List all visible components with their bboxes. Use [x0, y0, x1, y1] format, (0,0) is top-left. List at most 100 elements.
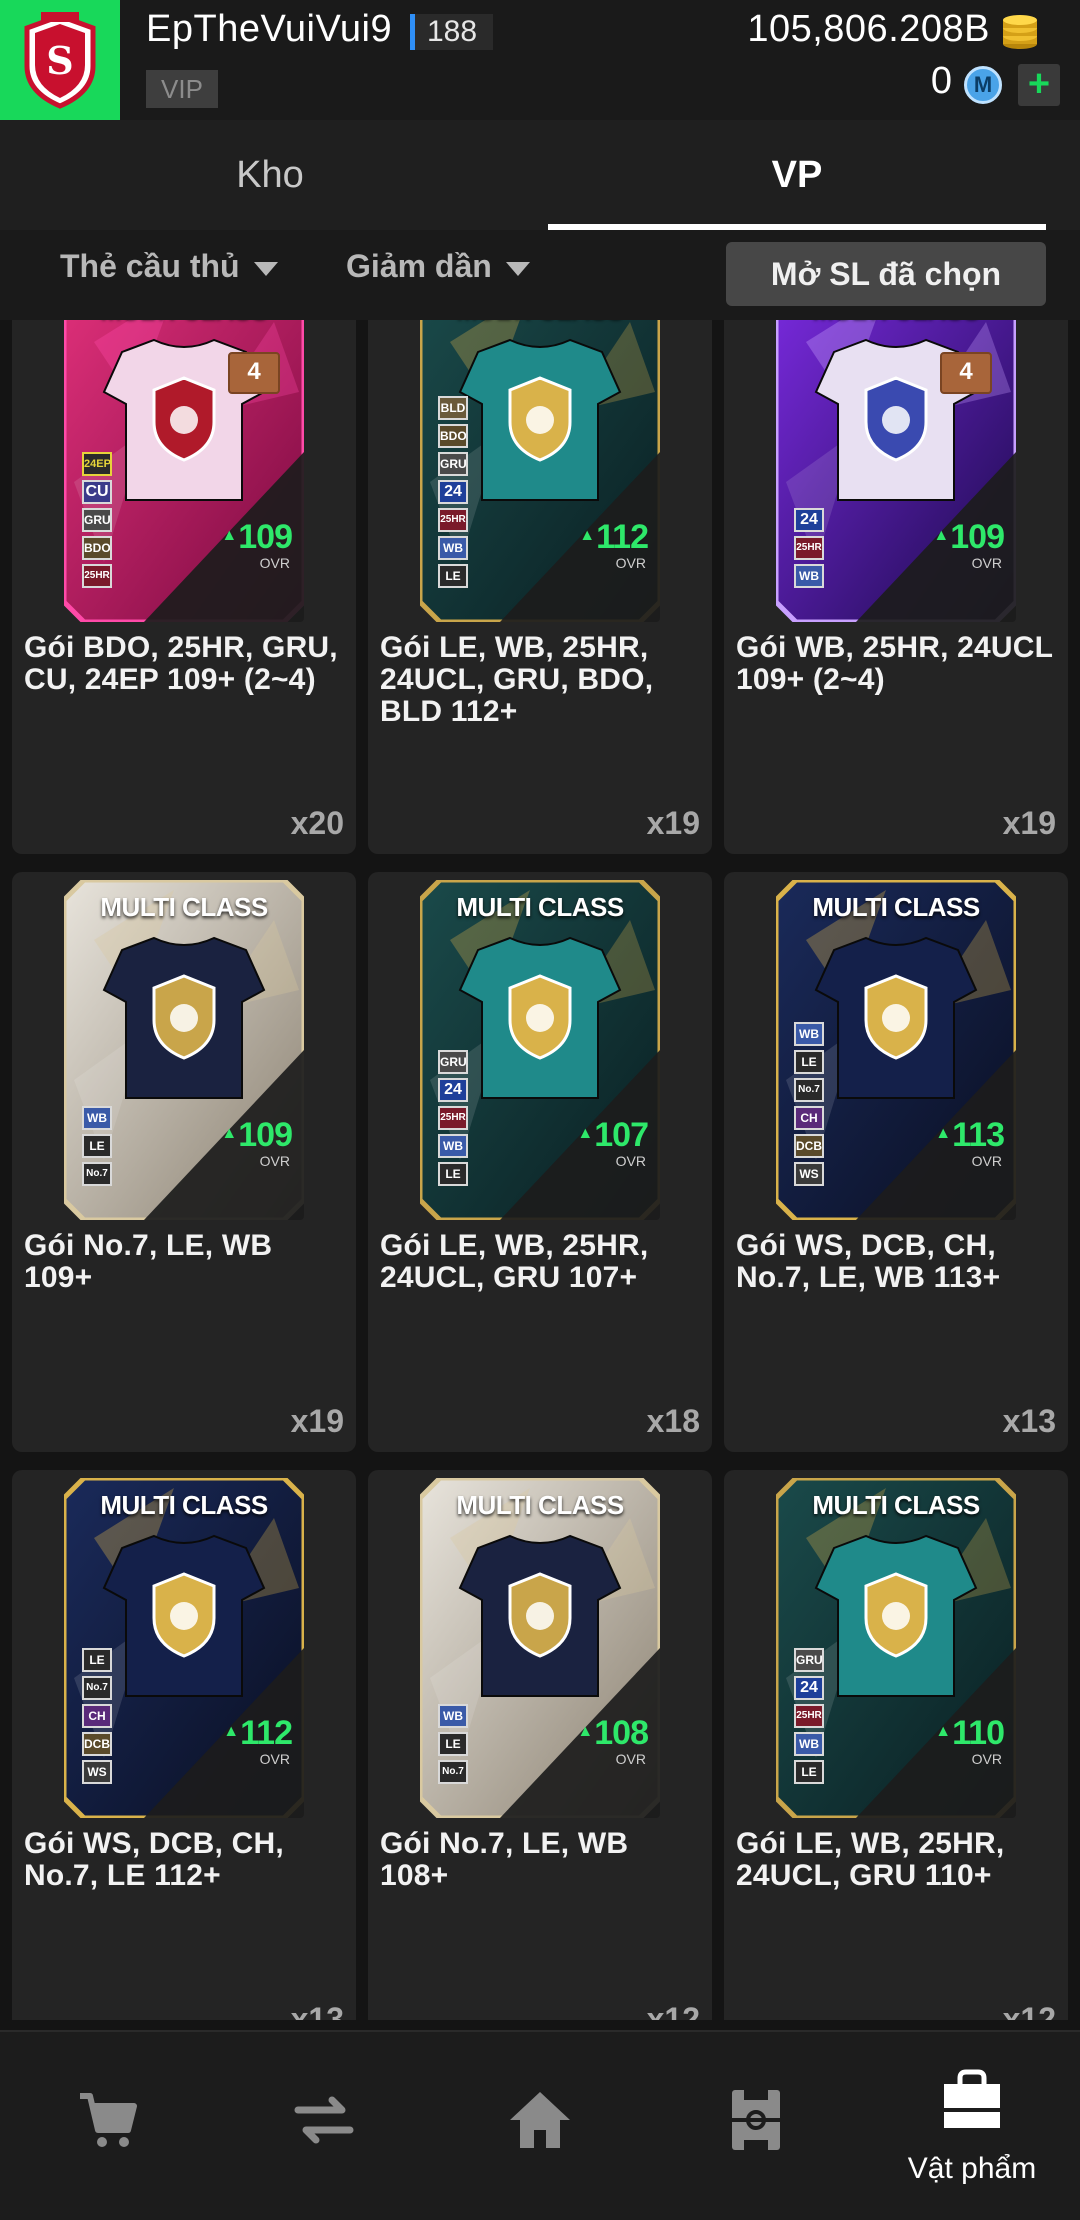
pack-item[interactable]: MULTI CLASS LE No.7 CH DCB WS 112 OVR Gói WS…	[12, 1470, 356, 2020]
pack-card-title: MULTI CLASS	[456, 892, 624, 922]
card-badge: 24	[438, 480, 468, 504]
pack-item[interactable]: MULTI CLASS GRU 24 25HR WB LE 110 OVR Gói LE…	[724, 1470, 1068, 2020]
pack-name: Gói LE, WB, 25HR, 24UCL, GRU, BDO, BLD 1…	[380, 631, 654, 728]
card-badge: BDO	[438, 424, 468, 448]
pack-card: MULTI CLASS LE No.7 CH DCB WS 112 OVR	[64, 1478, 304, 1818]
pack-card-title: MULTI CLASS	[100, 1490, 268, 1520]
card-badge-list: BLD BDO GRU 24 25HR WB LE	[438, 396, 468, 588]
ovr-block: 112 OVR	[579, 518, 649, 571]
pack-count-chip: 4	[940, 352, 992, 394]
vip-badge[interactable]: VIP	[146, 70, 218, 108]
card-badge: WB	[794, 1732, 824, 1756]
pack-quantity: x18	[646, 1403, 700, 1439]
filter-bar: Thẻ cầu thủ Giảm dần Mở SL đã chọn	[0, 230, 1080, 320]
dropdown-arrow-icon	[505, 261, 530, 276]
ovr-block: 113 OVR	[935, 1116, 1005, 1169]
card-badge: LE	[438, 1162, 468, 1186]
pack-item[interactable]: MULTI CLASS WB LE No.7 108 OVR Gói No.7, L…	[368, 1470, 712, 2020]
ovr-label: OVR	[971, 1153, 1002, 1169]
card-badge: 25HR	[438, 1106, 468, 1130]
card-badge: WB	[82, 1106, 112, 1130]
pack-item[interactable]: MULTI CLASS WB LE No.7 109 OVR Gói No.7, L…	[12, 872, 356, 1452]
pack-item[interactable]: MULTI CLASS 4 24 25HR WB 109 OVR Gói WB, 2…	[724, 320, 1068, 854]
pack-quantity: x12	[646, 2001, 700, 2020]
pack-card-title: MULTI CLASS	[812, 892, 980, 922]
add-m-points-button[interactable]: +	[1018, 64, 1060, 106]
pack-quantity: x19	[1002, 805, 1056, 841]
ovr-value: 112	[579, 518, 649, 557]
card-badge: WB	[438, 536, 468, 560]
club-crest-icon: S	[24, 12, 96, 109]
card-badge: LE	[438, 1732, 468, 1756]
nav-items-label: Vật phẩm	[907, 2152, 1037, 2185]
card-badge: GRU	[438, 452, 468, 476]
pack-card: MULTI CLASS WB LE No.7 109 OVR	[64, 880, 304, 1220]
nav-shop[interactable]	[0, 2032, 216, 2220]
ovr-value: 113	[935, 1116, 1005, 1155]
card-badge: BLD	[438, 396, 468, 420]
pack-quantity: x20	[290, 805, 344, 841]
ovr-label: OVR	[971, 1751, 1002, 1767]
card-badge: CH	[82, 1704, 112, 1728]
pack-count-chip: 4	[228, 352, 280, 394]
pack-card-title: MULTI CLASS	[812, 1490, 980, 1520]
cart-icon	[80, 2093, 137, 2147]
coin-stack-icon	[1003, 15, 1037, 49]
card-badge: 25HR	[82, 564, 112, 588]
sort-order-dropdown[interactable]: Giảm dần	[346, 248, 530, 285]
pack-item[interactable]: MULTI CLASS WB LE No.7 CH DCB WS 113 OVR Gói …	[724, 872, 1068, 1452]
card-badge: LE	[438, 564, 468, 588]
ovr-label: OVR	[615, 555, 646, 571]
pack-item[interactable]: MULTI CLASS 4 24EP CU GRU BDO 25HR 109 OVR G…	[12, 320, 356, 854]
ovr-value: 109	[221, 1116, 293, 1155]
pack-card: MULTI CLASS GRU 24 25HR WB LE 107 OVR	[420, 880, 660, 1220]
card-badge: GRU	[82, 508, 112, 532]
pack-name: Gói WB, 25HR, 24UCL 109+ (2~4)	[736, 631, 1053, 696]
m-coin-icon: M	[964, 66, 1002, 104]
top-bar: S EpTheVuiVui9 188 VIP 105,806.208B 0 M …	[0, 0, 1080, 120]
tab-bar: Kho VP	[0, 120, 1080, 230]
tab-kho[interactable]: Kho	[0, 120, 540, 230]
pack-name: Gói WS, DCB, CH, No.7, LE, WB 113+	[736, 1229, 1001, 1294]
card-type-dropdown[interactable]: Thẻ cầu thủ	[60, 248, 278, 285]
nav-squad[interactable]	[648, 2032, 864, 2220]
pack-name: Gói LE, WB, 25HR, 24UCL, GRU 110+	[736, 1827, 1005, 1892]
ovr-block: 110 OVR	[935, 1714, 1005, 1767]
home-icon	[510, 2092, 570, 2148]
card-badge: WB	[794, 564, 824, 588]
card-badge-list: WB LE No.7	[82, 1106, 112, 1186]
card-badge: No.7	[82, 1162, 112, 1186]
nav-home[interactable]	[432, 2032, 648, 2220]
club-logo[interactable]: S	[0, 0, 120, 120]
svg-text:S: S	[46, 38, 73, 83]
pack-quantity: x19	[290, 1403, 344, 1439]
card-badge: 24	[794, 1676, 824, 1700]
card-badge: WS	[82, 1760, 112, 1784]
ovr-value: 107	[577, 1116, 649, 1155]
pack-name: Gói WS, DCB, CH, No.7, LE 112+	[24, 1827, 284, 1892]
pack-item[interactable]: MULTI CLASS BLDBDOGRU2425HRWBLE 112 OVR …	[368, 320, 712, 854]
card-badge: 24	[438, 1078, 468, 1102]
item-grid-viewport[interactable]: MULTI CLASS 4 24EP CU GRU BDO 25HR 109 OVR G…	[0, 320, 1080, 2020]
username: EpTheVuiVui9	[146, 8, 393, 50]
ovr-block: 108 OVR	[577, 1714, 649, 1767]
pack-card: MULTI CLASS WB LE No.7 CH DCB WS 113 OVR	[776, 880, 1016, 1220]
ovr-label: OVR	[615, 1751, 646, 1767]
card-badge: CU	[82, 480, 112, 504]
pack-name: Gói No.7, LE, WB 108+	[380, 1827, 629, 1892]
tab-vp[interactable]: VP	[548, 120, 1046, 230]
nav-items[interactable]: Vật phẩm	[864, 2032, 1080, 2220]
open-selected-button[interactable]: Mở SL đã chọn	[726, 242, 1046, 306]
pack-quantity: x13	[290, 2001, 344, 2020]
card-badge-list: WB LE No.7	[438, 1704, 468, 1784]
card-badge-list: GRU 24 25HR WB LE	[438, 1050, 468, 1186]
pack-card: MULTI CLASS GRU 24 25HR WB LE 110 OVR	[776, 1478, 1016, 1818]
ovr-label: OVR	[259, 555, 290, 571]
pack-quantity: x12	[1002, 2001, 1056, 2020]
card-badge: 25HR	[438, 508, 468, 532]
pack-name: Gói LE, WB, 25HR, 24UCL, GRU 107+	[380, 1229, 649, 1294]
pack-card-title: MULTI CLASS	[420, 320, 660, 325]
card-badge: LE	[794, 1760, 824, 1784]
nav-transfer[interactable]	[216, 2032, 432, 2220]
pack-item[interactable]: MULTI CLASS GRU 24 25HR WB LE 107 OVR Gói LE…	[368, 872, 712, 1452]
